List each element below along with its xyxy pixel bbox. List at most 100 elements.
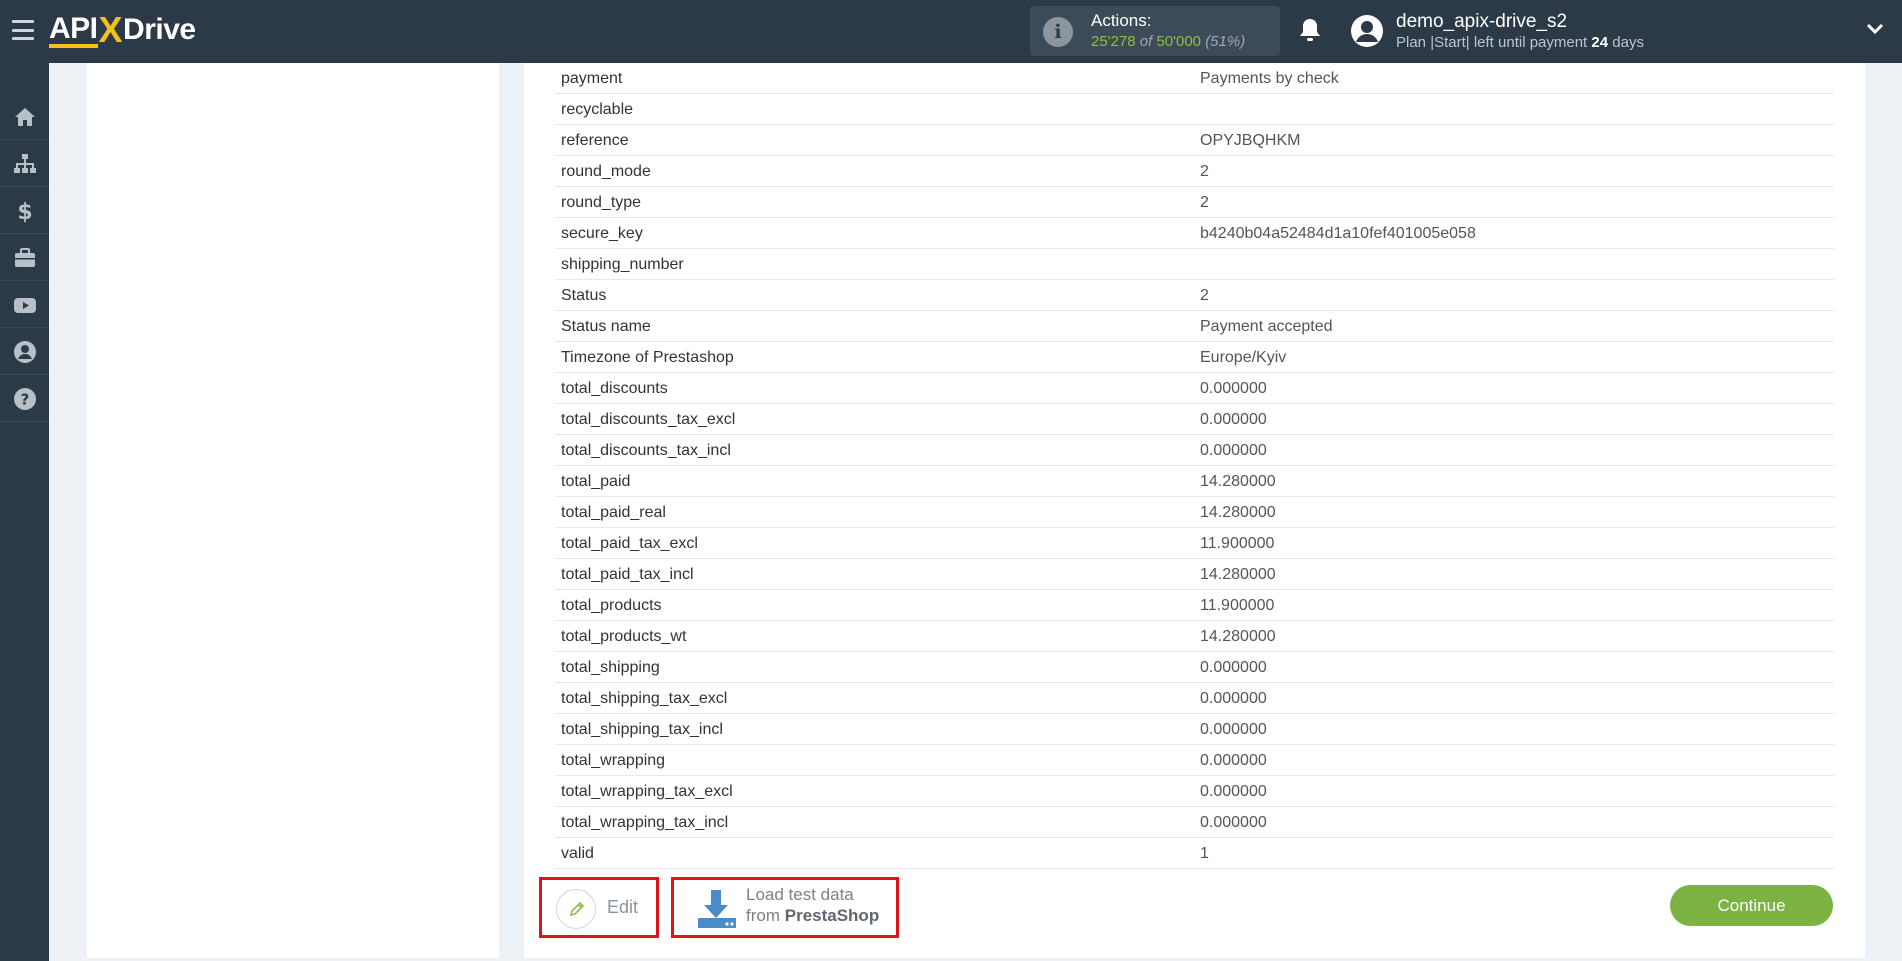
table-row: total_paid_tax_excl 11.900000	[555, 528, 1834, 559]
svg-text:$: $	[17, 200, 32, 223]
row-value: OPYJBQHKM	[1200, 132, 1301, 149]
pencil-icon	[569, 901, 585, 917]
table-row: total_paid_tax_incl 14.280000	[555, 559, 1834, 590]
edit-label: Edit	[607, 897, 639, 917]
row-key: total_wrapping_tax_excl	[561, 783, 733, 800]
svg-text:?: ?	[20, 390, 29, 408]
row-key: total_discounts	[561, 380, 668, 397]
table-row: total_wrapping_tax_excl 0.000000	[555, 776, 1834, 807]
table-row: total_paid_real 14.280000	[555, 497, 1834, 528]
table-row: Status name Payment accepted	[555, 311, 1834, 342]
row-value: 14.280000	[1200, 473, 1276, 490]
data-table: payment Payments by check recyclable refere…	[555, 63, 1834, 869]
row-value: Payments by check	[1200, 70, 1339, 87]
sidebar-item-profile[interactable]	[0, 329, 49, 375]
row-key: total_paid	[561, 473, 631, 490]
load-label-from: from	[746, 906, 780, 925]
sidebar-item-services[interactable]	[0, 235, 49, 281]
row-key: total_products_wt	[561, 628, 687, 645]
row-value: 11.900000	[1200, 597, 1275, 614]
question-circle-icon: ?	[13, 387, 36, 410]
row-value: 2	[1200, 194, 1209, 211]
row-key: round_mode	[561, 163, 651, 180]
row-key: total_discounts_tax_incl	[561, 442, 731, 459]
continue-button[interactable]: Continue	[1670, 885, 1833, 926]
table-row: total_wrapping_tax_incl 0.000000	[555, 807, 1834, 838]
row-value: b4240b04a52484d1a10fef401005e058	[1200, 225, 1476, 242]
sidebar-item-home[interactable]	[0, 94, 49, 140]
row-value: 0.000000	[1200, 752, 1267, 769]
row-value: 14.280000	[1200, 628, 1276, 645]
sitemap-icon	[13, 153, 36, 173]
row-value: Payment accepted	[1200, 318, 1333, 335]
apix-drive-logo[interactable]: API X Drive	[49, 12, 196, 48]
table-row: reference OPYJBQHKM	[555, 125, 1834, 156]
row-key: payment	[561, 70, 623, 87]
table-row: payment Payments by check	[555, 63, 1834, 94]
avatar[interactable]	[1350, 14, 1384, 48]
briefcase-icon	[14, 247, 35, 267]
load-label-line1: Load test data	[746, 885, 854, 904]
actions-values: 25'278 of 50'000 (51%)	[1091, 33, 1245, 50]
top-bar: API X Drive i Actions: 25'278 of 50'000 (5…	[0, 0, 1902, 63]
table-row: round_mode 2	[555, 156, 1834, 187]
table-row: total_wrapping 0.000000	[555, 745, 1834, 776]
sidebar-item-help[interactable]: ?	[0, 376, 49, 422]
table-row: total_discounts_tax_incl 0.000000	[555, 435, 1834, 466]
load-test-data-button[interactable]: Load test data from PrestaShop	[671, 877, 899, 938]
table-row: total_products_wt 14.280000	[555, 621, 1834, 652]
table-row: shipping_number	[555, 249, 1834, 280]
actions-of: of	[1139, 33, 1153, 50]
table-row: Status 2	[555, 280, 1834, 311]
sidebar-item-connections[interactable]	[0, 141, 49, 187]
table-row: total_discounts 0.000000	[555, 373, 1834, 404]
home-icon	[14, 107, 35, 126]
row-key: total_products	[561, 597, 662, 614]
row-key: total_shipping_tax_excl	[561, 690, 728, 707]
days-left: 24	[1591, 34, 1609, 51]
hamburger-menu-icon[interactable]	[12, 20, 34, 40]
left-panel	[87, 63, 499, 958]
sidebar-item-billing[interactable]: $	[0, 188, 49, 234]
main-panel: payment Payments by check recyclable refere…	[524, 63, 1865, 958]
download-icon	[698, 890, 736, 928]
table-row: valid 1	[555, 838, 1834, 869]
chevron-down-icon[interactable]	[1866, 22, 1884, 36]
row-value: 14.280000	[1200, 566, 1276, 583]
edit-icon-circle	[556, 889, 596, 929]
row-key: total_wrapping_tax_incl	[561, 814, 729, 831]
bell-icon[interactable]	[1298, 17, 1322, 43]
load-label-brand: PrestaShop	[784, 906, 880, 925]
table-row: total_shipping 0.000000	[555, 652, 1834, 683]
actions-used: 25'278	[1091, 33, 1136, 50]
plan-text: Plan |Start| left until payment	[1396, 34, 1588, 51]
row-key: total_paid_tax_excl	[561, 535, 698, 552]
row-value: 14.280000	[1200, 504, 1276, 521]
row-key: recyclable	[561, 101, 634, 118]
row-key: total_wrapping	[561, 752, 666, 769]
row-value: 0.000000	[1200, 442, 1267, 459]
table-row: total_discounts_tax_excl 0.000000	[555, 404, 1834, 435]
row-key: total_discounts_tax_excl	[561, 411, 736, 428]
row-key: round_type	[561, 194, 642, 211]
user-plan: Plan |Start| left until payment 24 days	[1396, 34, 1644, 51]
row-value: 0.000000	[1200, 659, 1267, 676]
row-value: 0.000000	[1200, 380, 1267, 397]
row-key: total_shipping	[561, 659, 660, 676]
edit-button[interactable]: Edit	[539, 877, 659, 938]
row-key: total_paid_tax_incl	[561, 566, 694, 583]
load-label-line2: from PrestaShop	[746, 906, 879, 926]
row-key: secure_key	[561, 225, 643, 242]
actions-total: 50'000	[1156, 33, 1202, 50]
row-value: 0.000000	[1200, 721, 1267, 738]
row-value: 2	[1200, 287, 1209, 304]
row-value: 0.000000	[1200, 814, 1267, 831]
user-name[interactable]: demo_apix-drive_s2	[1396, 11, 1567, 33]
days-suffix: days	[1612, 34, 1644, 51]
table-row: secure_key b4240b04a52484d1a10fef401005e0…	[555, 218, 1834, 249]
row-key: shipping_number	[561, 256, 684, 273]
row-value: 0.000000	[1200, 690, 1267, 707]
row-value: 1	[1200, 845, 1209, 862]
sidebar-item-videos[interactable]	[0, 282, 49, 328]
row-value: Europe/Kyiv	[1200, 349, 1287, 366]
